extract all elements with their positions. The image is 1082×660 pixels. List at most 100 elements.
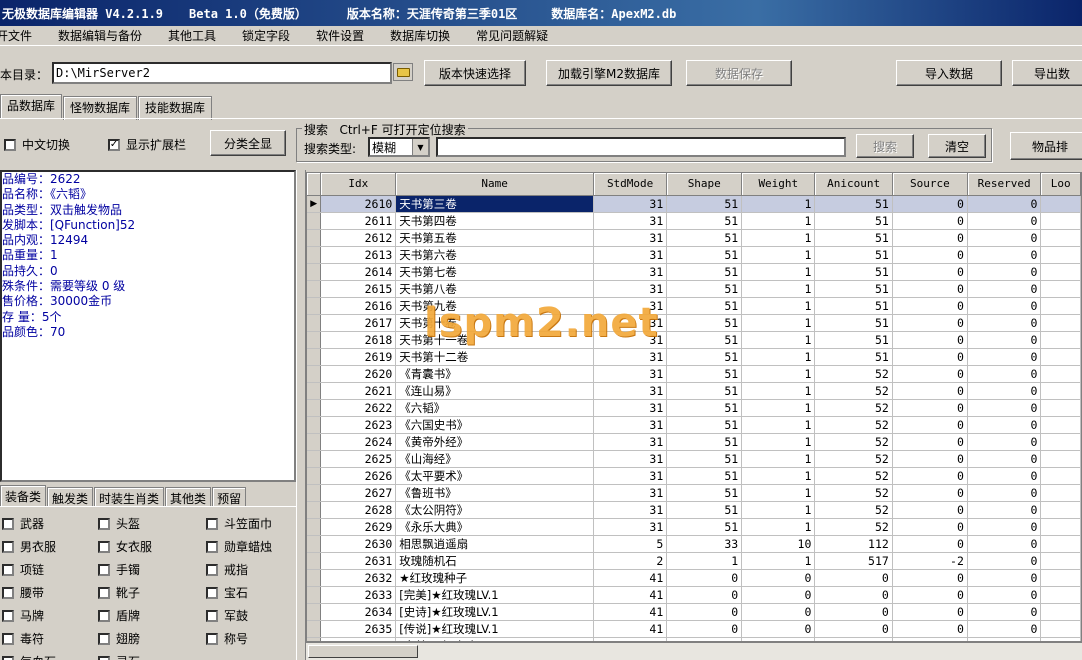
cell-source[interactable]: 0 [892, 569, 968, 587]
cell-shape[interactable]: 51 [666, 382, 743, 400]
row-indicator[interactable] [307, 501, 322, 519]
row-indicator[interactable] [307, 246, 322, 264]
cell-reserved[interactable]: 0 [967, 586, 1042, 604]
row-indicator[interactable] [307, 212, 322, 230]
cell-reserved[interactable]: 0 [967, 535, 1042, 553]
cell-source[interactable]: 0 [892, 365, 968, 383]
cell-source[interactable]: 0 [892, 586, 968, 604]
cell-source[interactable]: 0 [892, 246, 968, 264]
cell-stdmode[interactable]: 31 [593, 450, 668, 468]
cell-weight[interactable]: 1 [741, 518, 816, 536]
cell-loo[interactable] [1040, 382, 1081, 400]
cell-weight[interactable]: 1 [741, 365, 816, 383]
cell-weight[interactable]: 1 [741, 229, 816, 247]
cell-loo[interactable] [1040, 263, 1081, 281]
cell-idx[interactable]: 2627 [320, 484, 397, 502]
row-indicator[interactable] [307, 229, 322, 247]
cell-idx[interactable]: 2622 [320, 399, 397, 417]
cell-shape[interactable]: 0 [666, 586, 743, 604]
cell-stdmode[interactable]: 31 [593, 331, 668, 349]
menu-lock-fields[interactable]: 锁定字段 [242, 27, 302, 44]
cell-stdmode[interactable]: 31 [593, 365, 668, 383]
table-row[interactable]: 2633 [完美]★红玫瑰LV.1 41 0 0 0 0 0 [307, 586, 1081, 604]
cell-weight[interactable]: 1 [741, 433, 816, 451]
cell-weight[interactable]: 1 [741, 297, 816, 315]
cell-reserved[interactable]: 0 [967, 501, 1042, 519]
column-header-reserved[interactable]: Reserved [967, 173, 1042, 196]
cell-shape[interactable]: 51 [666, 433, 743, 451]
cell-source[interactable]: 0 [892, 433, 968, 451]
row-indicator[interactable] [307, 535, 322, 553]
cell-reserved[interactable]: 0 [967, 246, 1042, 264]
cell-idx[interactable]: 2611 [320, 212, 397, 230]
cell-source[interactable]: 0 [892, 501, 968, 519]
cell-anicount[interactable]: 51 [814, 280, 893, 298]
cell-idx[interactable]: 2634 [320, 603, 397, 621]
menu-file[interactable]: 开文件 [0, 27, 44, 44]
row-indicator[interactable] [307, 382, 322, 400]
cell-anicount[interactable]: 0 [814, 586, 893, 604]
cell-loo[interactable] [1040, 229, 1081, 247]
cell-shape[interactable]: 51 [666, 450, 743, 468]
table-row[interactable]: ▶ 2610 天书第三卷 31 51 1 51 0 0 [307, 195, 1081, 213]
cell-anicount[interactable]: 517 [814, 552, 893, 570]
cell-weight[interactable]: 1 [741, 280, 816, 298]
cell-stdmode[interactable]: 31 [593, 399, 668, 417]
cell-source[interactable]: 0 [892, 212, 968, 230]
cell-anicount[interactable]: 51 [814, 297, 893, 315]
table-row[interactable]: 2626 《太平要术》 31 51 1 52 0 0 [307, 467, 1081, 485]
cell-name[interactable]: 天书第七卷 [395, 263, 594, 281]
cell-anicount[interactable]: 52 [814, 416, 893, 434]
table-row[interactable]: 2629 《永乐大典》 31 51 1 52 0 0 [307, 518, 1081, 536]
cn-switch-checkbox[interactable]: 中文切换 [4, 136, 70, 153]
cell-anicount[interactable]: 51 [814, 229, 893, 247]
category-checkbox[interactable]: 项链 [2, 561, 44, 578]
cell-reserved[interactable]: 0 [967, 297, 1042, 315]
cell-reserved[interactable]: 0 [967, 484, 1042, 502]
row-indicator[interactable] [307, 314, 322, 332]
table-row[interactable]: 2634 [史诗]★红玫瑰LV.1 41 0 0 0 0 0 [307, 603, 1081, 621]
cell-weight[interactable]: 1 [741, 263, 816, 281]
table-row[interactable]: 2612 天书第五卷 31 51 1 51 0 0 [307, 229, 1081, 247]
cell-idx[interactable]: 2620 [320, 365, 397, 383]
load-m2-db-button[interactable]: 加载引擎M2数据库 [546, 60, 672, 86]
table-row[interactable]: 2631 玫瑰随机石 2 1 1 517 -2 0 [307, 552, 1081, 570]
show-ext-checkbox[interactable]: ✓ 显示扩展栏 [108, 136, 186, 153]
cell-source[interactable]: 0 [892, 603, 968, 621]
cell-stdmode[interactable]: 31 [593, 212, 668, 230]
cell-name[interactable]: 《太公阴符》 [395, 501, 594, 519]
cell-source[interactable]: 0 [892, 314, 968, 332]
cell-stdmode[interactable]: 31 [593, 382, 668, 400]
row-indicator[interactable] [307, 263, 322, 281]
cell-shape[interactable]: 51 [666, 297, 743, 315]
cell-reserved[interactable]: 0 [967, 416, 1042, 434]
category-checkbox[interactable]: 勋章蜡烛 [206, 538, 272, 555]
table-row[interactable]: 2620 《青囊书》 31 51 1 52 0 0 [307, 365, 1081, 383]
row-indicator[interactable] [307, 331, 322, 349]
cell-source[interactable]: 0 [892, 382, 968, 400]
menu-faq[interactable]: 常见问题解疑 [476, 27, 560, 44]
table-row[interactable]: 2611 天书第四卷 31 51 1 51 0 0 [307, 212, 1081, 230]
cell-anicount[interactable]: 52 [814, 518, 893, 536]
cell-source[interactable]: 0 [892, 620, 968, 638]
cell-anicount[interactable]: 52 [814, 467, 893, 485]
cell-source[interactable]: 0 [892, 399, 968, 417]
cell-name[interactable]: ★红玫瑰种子 [395, 569, 594, 587]
table-row[interactable]: 2621 《连山易》 31 51 1 52 0 0 [307, 382, 1081, 400]
cell-anicount[interactable]: 52 [814, 484, 893, 502]
cell-stdmode[interactable]: 41 [593, 586, 668, 604]
row-indicator[interactable] [307, 365, 322, 383]
cell-weight[interactable]: 0 [741, 569, 816, 587]
cell-stdmode[interactable]: 31 [593, 348, 668, 366]
cell-stdmode[interactable]: 2 [593, 552, 668, 570]
category-checkbox[interactable]: 头盔 [98, 515, 140, 532]
cell-shape[interactable]: 51 [666, 501, 743, 519]
table-row[interactable]: 2625 《山海经》 31 51 1 52 0 0 [307, 450, 1081, 468]
category-checkbox[interactable]: 翅膀 [98, 630, 140, 647]
tab-skill-db[interactable]: 技能数据库 [138, 96, 213, 120]
cell-name[interactable]: 天书第十一卷 [395, 331, 594, 349]
cell-loo[interactable] [1040, 535, 1081, 553]
cell-weight[interactable]: 1 [741, 246, 816, 264]
cell-reserved[interactable]: 0 [967, 518, 1042, 536]
category-checkbox[interactable]: 军鼓 [206, 607, 248, 624]
